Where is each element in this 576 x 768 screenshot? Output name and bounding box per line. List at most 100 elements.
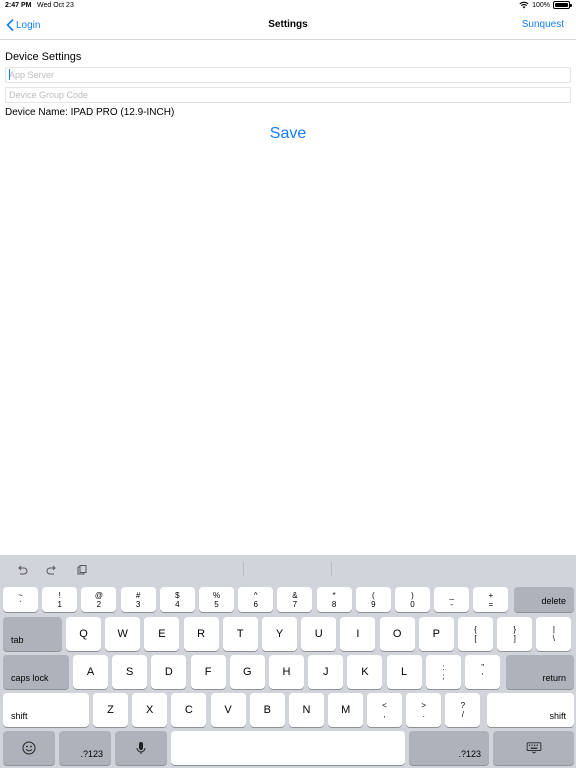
key-bracket-0[interactable]: {[ — [458, 617, 493, 651]
key-8[interactable]: * 8 — [316, 587, 352, 612]
key-q[interactable]: Q — [66, 617, 101, 651]
key-label: O — [392, 628, 402, 640]
key-3[interactable]: #3 — [120, 587, 156, 612]
key-symbol: ] — [513, 634, 516, 643]
battery-icon — [553, 1, 572, 9]
key-label: J — [322, 666, 329, 678]
key-y[interactable]: Y — [262, 617, 297, 651]
key-7[interactable]: & 7 — [277, 587, 313, 612]
key-5[interactable]: % 5 — [199, 587, 234, 612]
key-p[interactable]: P — [418, 617, 454, 651]
key-punct-1[interactable]: " ' — [465, 655, 501, 689]
key-angle-1[interactable]: >. — [406, 693, 442, 727]
key-symbol: . — [422, 710, 425, 719]
key-s[interactable]: S — [112, 655, 148, 689]
key--[interactable]: _ - — [434, 587, 470, 612]
key-bracket-2[interactable]: | \ — [536, 617, 572, 651]
key-l[interactable]: L — [386, 655, 422, 689]
key-=[interactable]: + = — [473, 587, 509, 612]
space-key[interactable] — [171, 731, 405, 765]
key-shift-symbol: + — [488, 590, 494, 600]
key-z[interactable]: Z — [93, 693, 128, 727]
key-c[interactable]: C — [171, 693, 207, 727]
app-server-input[interactable] — [5, 67, 571, 83]
numbers-key-left[interactable]: .?123 — [59, 731, 111, 765]
delete-key[interactable]: delete — [514, 587, 574, 612]
key-shift-symbol: > — [421, 701, 427, 710]
numbers-key-right[interactable]: .?123 — [409, 731, 489, 765]
key-k[interactable]: K — [347, 655, 383, 689]
battery-percent: 100% — [532, 1, 550, 9]
status-time: 2:47 PM — [5, 2, 32, 9]
key-angle-0[interactable]: <, — [367, 693, 402, 727]
shortcut-divider — [243, 562, 244, 576]
device-group-code-input[interactable] — [5, 87, 571, 103]
key-9[interactable]: (9 — [355, 587, 391, 612]
key-j[interactable]: J — [308, 655, 344, 689]
shift-right-key[interactable]: shift — [487, 693, 574, 727]
undo-icon[interactable] — [16, 564, 28, 576]
key-label: L — [401, 666, 408, 678]
key-o[interactable]: O — [379, 617, 415, 651]
key-label: P — [432, 628, 440, 640]
back-button[interactable]: Login — [6, 19, 40, 31]
key-symbol: 5 — [214, 599, 219, 609]
key-shift-symbol: { — [474, 625, 477, 634]
key-label: tab — [11, 635, 24, 645]
key-symbol: - — [450, 599, 454, 609]
paste-icon[interactable] — [76, 564, 88, 576]
key-shift-symbol: $ — [175, 590, 180, 600]
key-d[interactable]: D — [151, 655, 187, 689]
key-e[interactable]: E — [144, 617, 180, 651]
key-shift-symbol: " — [481, 663, 485, 672]
key-shift-symbol: _ — [449, 590, 454, 600]
key-u[interactable]: U — [301, 617, 337, 651]
key-i[interactable]: I — [340, 617, 376, 651]
key-label: Z — [107, 704, 114, 716]
sunquest-button[interactable]: Sunquest — [522, 19, 564, 30]
key-4[interactable]: $4 — [159, 587, 195, 612]
key-r[interactable]: R — [183, 617, 219, 651]
dictation-key[interactable] — [115, 731, 167, 765]
key-h[interactable]: H — [269, 655, 304, 689]
key-2[interactable]: @2 — [81, 587, 117, 612]
redo-icon[interactable] — [46, 564, 58, 576]
key-f[interactable]: F — [190, 655, 226, 689]
save-button[interactable]: Save — [0, 125, 576, 143]
key-a[interactable]: A — [73, 655, 108, 689]
key-1[interactable]: ! 1 — [42, 587, 78, 612]
key-v[interactable]: V — [210, 693, 246, 727]
key-0[interactable]: ) 0 — [395, 587, 430, 612]
key-angle-2[interactable]: ? / — [445, 693, 481, 727]
shift-left-key[interactable]: shift — [3, 693, 89, 727]
tab-key[interactable]: tab — [3, 617, 62, 651]
dismiss-keyboard-key[interactable] — [493, 731, 574, 765]
key-shift-symbol: ? — [460, 701, 466, 710]
emoji-icon — [22, 741, 36, 755]
key-m[interactable]: M — [328, 693, 364, 727]
chevron-left-icon — [6, 19, 14, 31]
key-n[interactable]: N — [289, 693, 324, 727]
key-label: .?123 — [80, 749, 103, 759]
key-x[interactable]: X — [132, 693, 168, 727]
key-b[interactable]: B — [249, 693, 285, 727]
key-label: E — [158, 628, 166, 640]
return-key[interactable]: return — [506, 655, 574, 689]
key-`[interactable]: ~ ` — [3, 587, 38, 612]
key-label: shift — [11, 711, 28, 721]
key-g[interactable]: G — [229, 655, 265, 689]
caps-lock-key[interactable]: caps lock — [3, 655, 69, 689]
key-t[interactable]: T — [222, 617, 258, 651]
emoji-key[interactable] — [3, 731, 55, 765]
key-symbol: 0 — [410, 599, 415, 609]
key-punct-0[interactable]: :; — [426, 655, 461, 689]
key-symbol: 9 — [371, 599, 376, 609]
key-label: U — [314, 628, 323, 640]
shortcut-divider — [331, 562, 332, 576]
key-label: .?123 — [458, 749, 481, 759]
key-w[interactable]: W — [105, 617, 141, 651]
key-bracket-1[interactable]: }] — [497, 617, 533, 651]
key-label: W — [117, 628, 128, 640]
key-6[interactable]: ^ 6 — [238, 587, 274, 612]
key-shift-symbol: : — [442, 663, 445, 672]
